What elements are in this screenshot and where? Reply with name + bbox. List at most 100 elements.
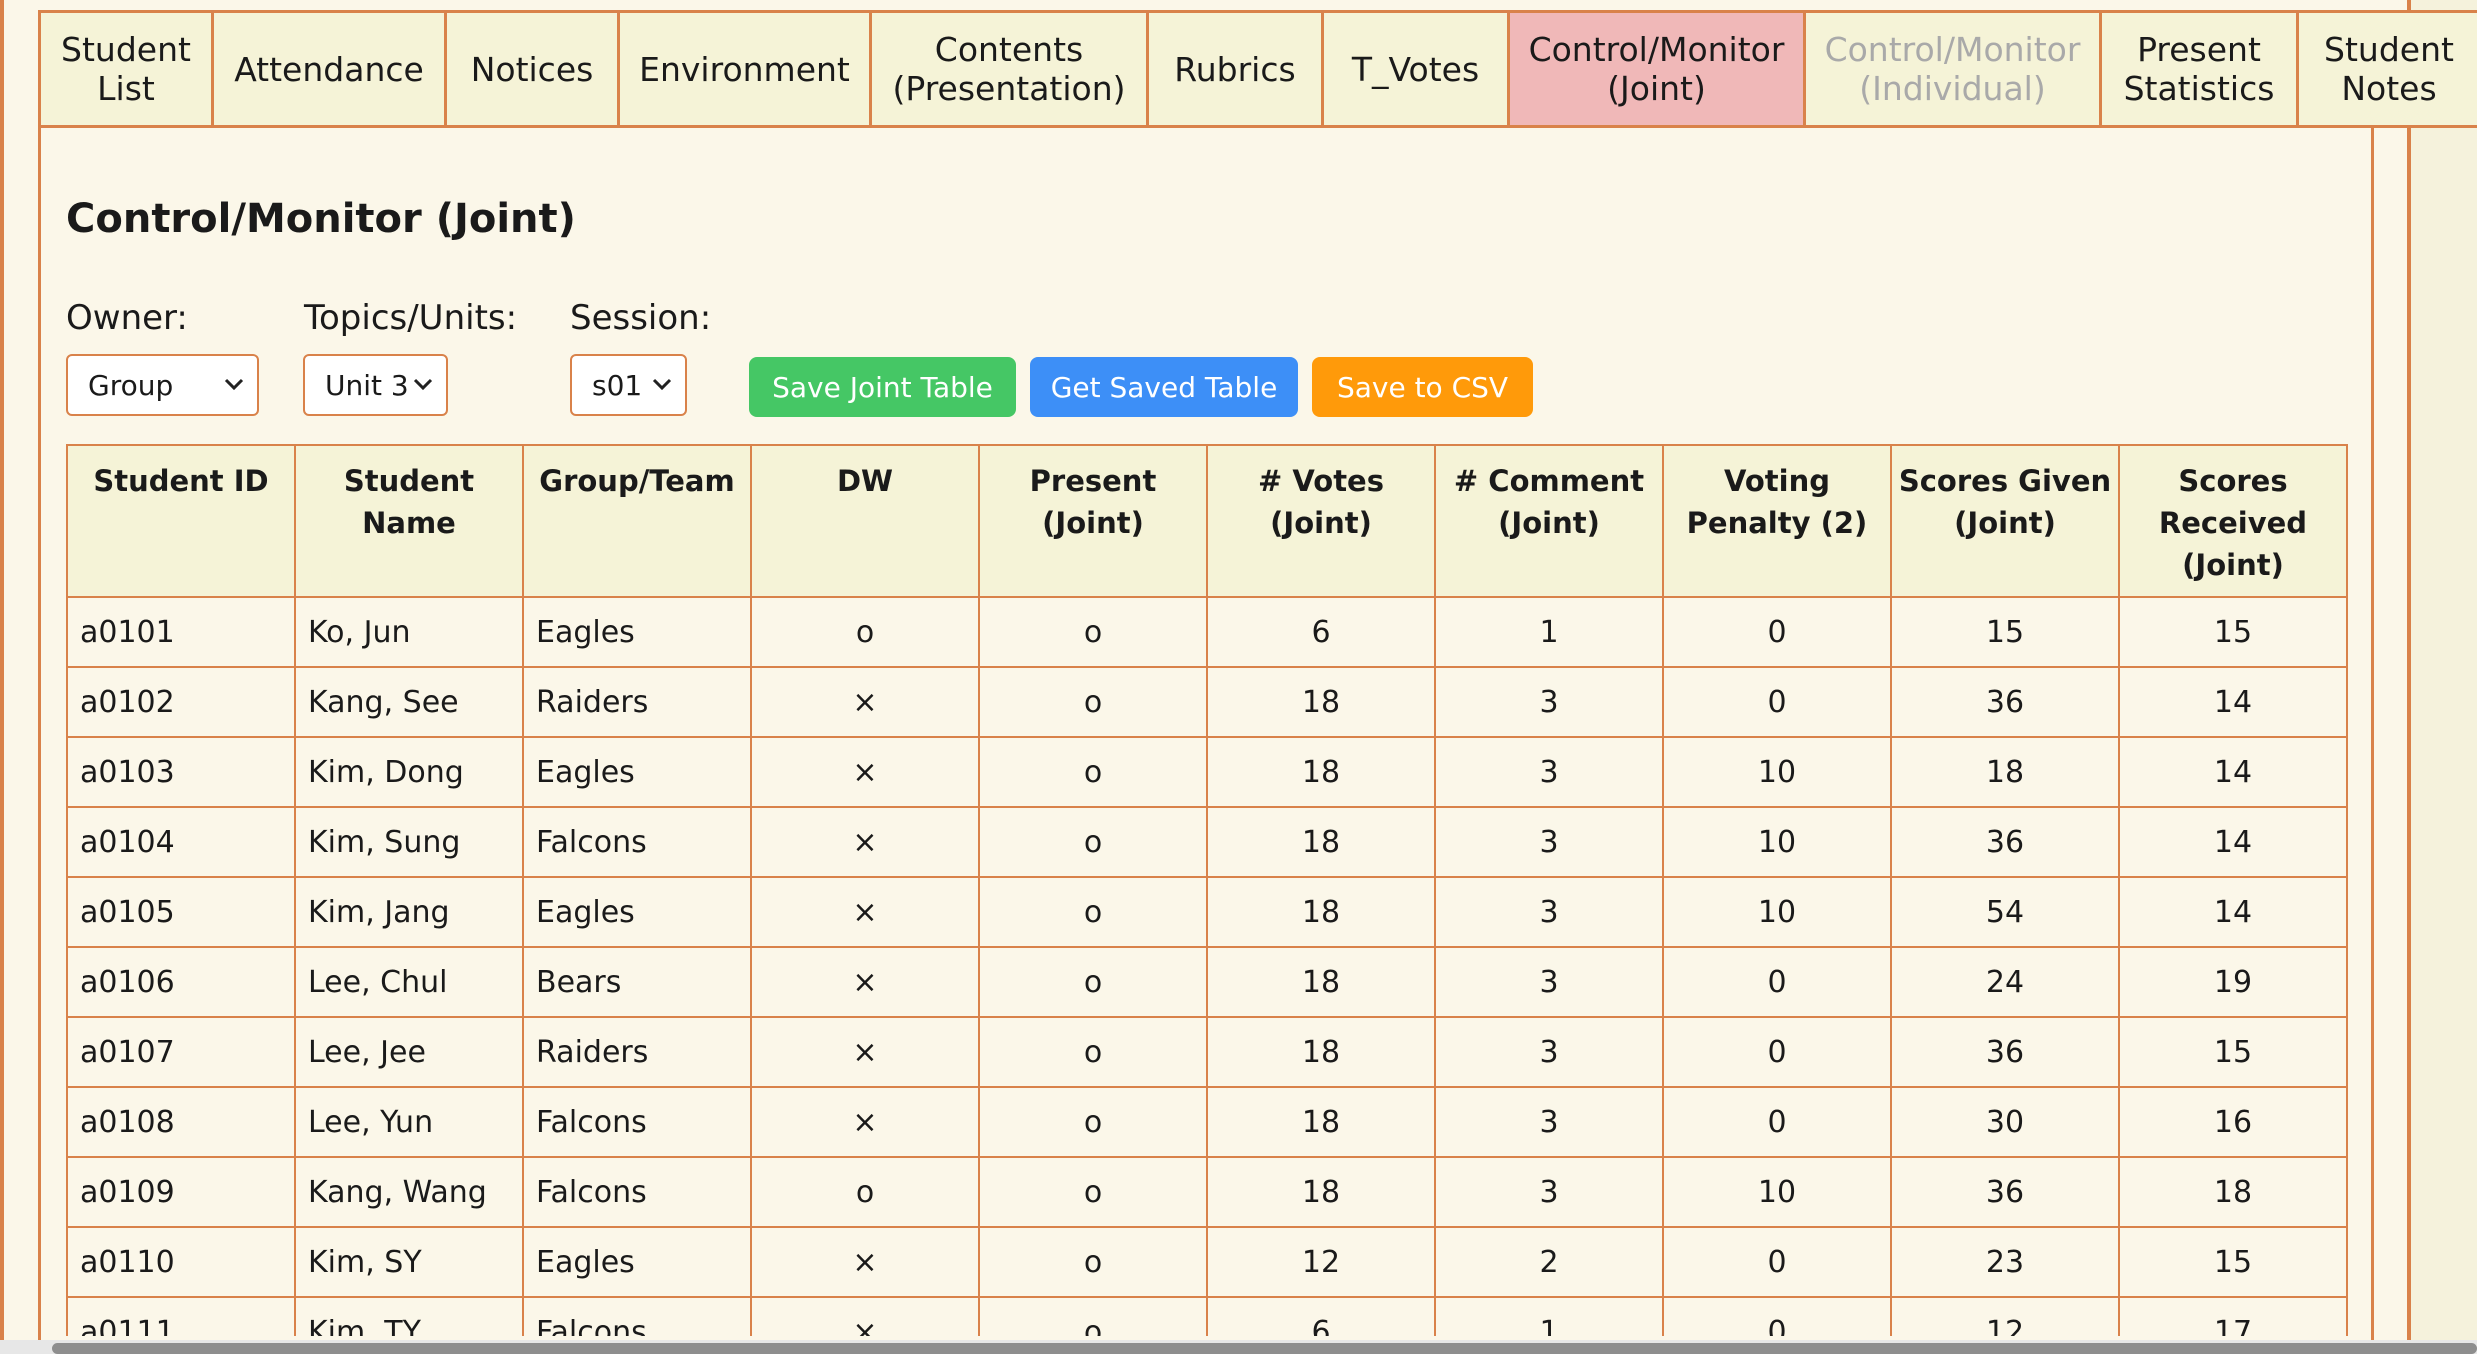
cell-votes-joint: 12 <box>1206 1226 1436 1298</box>
table-row: a0109 Kang, Wang Falcons o o 18 3 10 36 18 <box>66 1156 2348 1228</box>
owner-select[interactable]: Group <box>66 354 259 416</box>
chevron-down-icon <box>224 378 244 391</box>
cell-student-name: Kim, TY <box>294 1296 524 1336</box>
cell-group-team: Bears <box>522 946 752 1018</box>
cell-student-name: Kim, SY <box>294 1226 524 1298</box>
cell-group-team: Eagles <box>522 1226 752 1298</box>
cell-scores-given-joint: 23 <box>1890 1226 2120 1298</box>
table-row: a0104 Kim, Sung Falcons × o 18 3 10 36 14 <box>66 806 2348 878</box>
cell-comment-joint: 1 <box>1434 1296 1664 1336</box>
tab-control-monitor-joint[interactable]: Control/Monitor (Joint) <box>1507 10 1806 128</box>
horizontal-scrollbar-thumb[interactable] <box>52 1343 2477 1354</box>
cell-votes-joint: 6 <box>1206 596 1436 668</box>
session-select[interactable]: s01 <box>570 354 687 416</box>
column-header-votes-joint: # Votes (Joint) <box>1206 444 1436 598</box>
cell-comment-joint: 3 <box>1434 736 1664 808</box>
get-saved-table-button[interactable]: Get Saved Table <box>1030 357 1298 417</box>
column-header-voting-penalty: Voting Penalty (2) <box>1662 444 1892 598</box>
cell-votes-joint: 18 <box>1206 1086 1436 1158</box>
table-header-row: Student ID Student Name Group/Team DW Presen… <box>66 444 2348 598</box>
cell-present-joint: o <box>978 876 1208 948</box>
tab-rubrics[interactable]: Rubrics <box>1146 10 1324 128</box>
session-select-value: s01 <box>592 368 643 402</box>
cell-student-name: Kim, Jang <box>294 876 524 948</box>
joint-table: Student ID Student Name Group/Team DW Presen… <box>66 444 2348 1336</box>
joint-table-container: Student ID Student Name Group/Team DW Presen… <box>66 444 2348 1336</box>
cell-scores-given-joint: 36 <box>1890 666 2120 738</box>
table-row: a0101 Ko, Jun Eagles o o 6 1 0 15 15 <box>66 596 2348 668</box>
right-gutter <box>2411 0 2477 1340</box>
page-title: Control/Monitor (Joint) <box>66 196 576 242</box>
cell-voting-penalty: 0 <box>1662 1086 1892 1158</box>
cell-comment-joint: 3 <box>1434 1156 1664 1228</box>
cell-votes-joint: 18 <box>1206 736 1436 808</box>
column-header-comment-joint: # Comment (Joint) <box>1434 444 1664 598</box>
cell-group-team: Eagles <box>522 736 752 808</box>
cell-comment-joint: 3 <box>1434 946 1664 1018</box>
cell-votes-joint: 18 <box>1206 666 1436 738</box>
cell-dw: × <box>750 736 980 808</box>
topics-select[interactable]: Unit 3 <box>303 354 448 416</box>
save-joint-table-button[interactable]: Save Joint Table <box>749 357 1016 417</box>
right-border <box>2407 0 2411 1340</box>
cell-dw: × <box>750 876 980 948</box>
cell-voting-penalty: 10 <box>1662 876 1892 948</box>
cell-student-id: a0107 <box>66 1016 296 1088</box>
cell-comment-joint: 3 <box>1434 1016 1664 1088</box>
cell-voting-penalty: 0 <box>1662 1016 1892 1088</box>
session-label: Session: <box>570 298 712 338</box>
cell-scores-received-joint: 14 <box>2118 876 2348 948</box>
cell-student-name: Kim, Sung <box>294 806 524 878</box>
column-header-group-team: Group/Team <box>522 444 752 598</box>
cell-scores-given-joint: 18 <box>1890 736 2120 808</box>
tab-student-list[interactable]: Student List <box>38 10 214 128</box>
cell-votes-joint: 18 <box>1206 1156 1436 1228</box>
cell-dw: × <box>750 1296 980 1336</box>
cell-student-name: Kim, Dong <box>294 736 524 808</box>
cell-student-id: a0106 <box>66 946 296 1018</box>
cell-scores-given-joint: 15 <box>1890 596 2120 668</box>
cell-student-id: a0109 <box>66 1156 296 1228</box>
cell-voting-penalty: 0 <box>1662 1296 1892 1336</box>
cell-student-name: Ko, Jun <box>294 596 524 668</box>
cell-voting-penalty: 10 <box>1662 806 1892 878</box>
cell-dw: o <box>750 1156 980 1228</box>
table-row: a0103 Kim, Dong Eagles × o 18 3 10 18 14 <box>66 736 2348 808</box>
cell-present-joint: o <box>978 666 1208 738</box>
cell-present-joint: o <box>978 736 1208 808</box>
cell-scores-received-joint: 18 <box>2118 1156 2348 1228</box>
column-header-dw: DW <box>750 444 980 598</box>
cell-voting-penalty: 0 <box>1662 946 1892 1018</box>
tab-control-monitor-individual: Control/Monitor (Individual) <box>1803 10 2102 128</box>
cell-present-joint: o <box>978 1016 1208 1088</box>
cell-scores-received-joint: 17 <box>2118 1296 2348 1336</box>
tab-environment[interactable]: Environment <box>617 10 872 128</box>
column-header-student-id: Student ID <box>66 444 296 598</box>
cell-student-id: a0103 <box>66 736 296 808</box>
cell-student-name: Kang, Wang <box>294 1156 524 1228</box>
tab-contents-presentation[interactable]: Contents (Presentation) <box>869 10 1149 128</box>
cell-scores-given-joint: 36 <box>1890 806 2120 878</box>
cell-present-joint: o <box>978 1086 1208 1158</box>
tab-present-statistics[interactable]: Present Statistics <box>2099 10 2299 128</box>
tab-t-votes[interactable]: T_Votes <box>1321 10 1510 128</box>
table-row: a0106 Lee, Chul Bears × o 18 3 0 24 19 <box>66 946 2348 1018</box>
cell-group-team: Falcons <box>522 1156 752 1228</box>
cell-present-joint: o <box>978 806 1208 878</box>
cell-scores-given-joint: 36 <box>1890 1016 2120 1088</box>
tab-bar: Student List Attendance Notices Environm… <box>38 10 2477 128</box>
cell-scores-given-joint: 54 <box>1890 876 2120 948</box>
tab-notices[interactable]: Notices <box>444 10 620 128</box>
table-row: a0107 Lee, Jee Raiders × o 18 3 0 36 15 <box>66 1016 2348 1088</box>
tab-student-notes[interactable]: Student Notes <box>2296 10 2477 128</box>
save-to-csv-button[interactable]: Save to CSV <box>1312 357 1533 417</box>
cell-comment-joint: 3 <box>1434 1086 1664 1158</box>
cell-comment-joint: 3 <box>1434 666 1664 738</box>
column-header-scores-received-joint: Scores Received (Joint) <box>2118 444 2348 598</box>
cell-scores-given-joint: 36 <box>1890 1156 2120 1228</box>
tab-attendance[interactable]: Attendance <box>211 10 447 128</box>
cell-dw: × <box>750 1016 980 1088</box>
table-row: a0102 Kang, See Raiders × o 18 3 0 36 14 <box>66 666 2348 738</box>
cell-group-team: Eagles <box>522 876 752 948</box>
column-header-scores-given-joint: Scores Given (Joint) <box>1890 444 2120 598</box>
